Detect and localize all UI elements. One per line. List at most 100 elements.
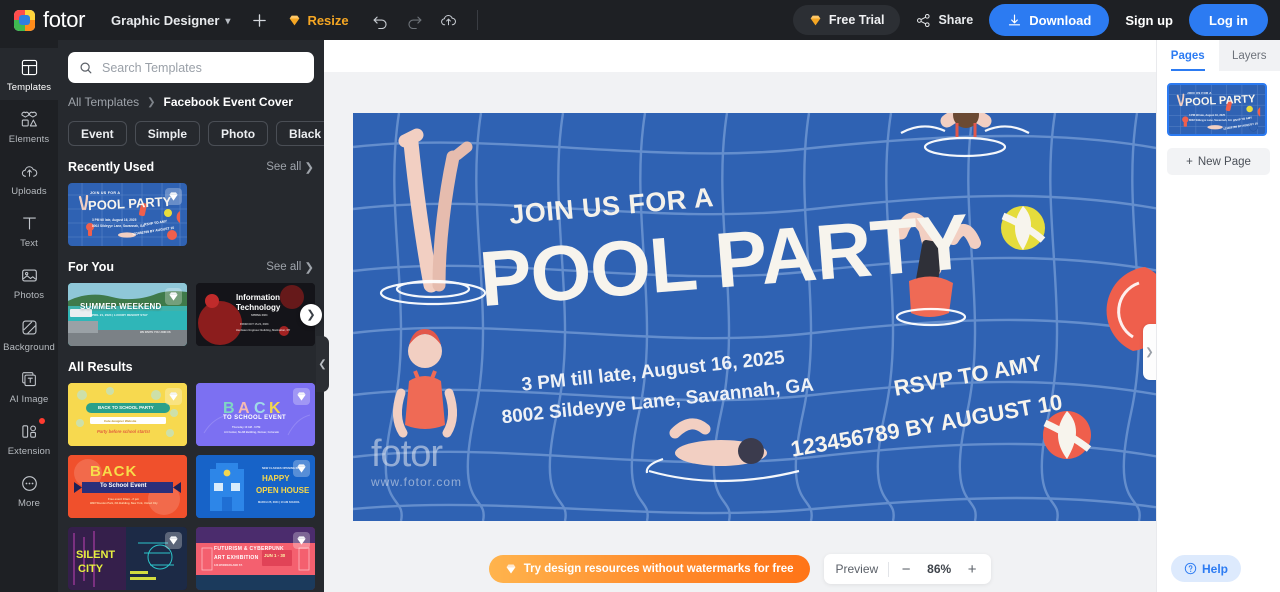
template-card-back-to-school-party[interactable]: BACK TO SCHOOL PARTY Cute designer Websi…: [68, 383, 187, 446]
download-button[interactable]: Download: [989, 4, 1110, 36]
top-bar-actions: Free Trial Share Download Sign up Log in: [792, 4, 1268, 36]
template-card-back-to-school-event[interactable]: B A C K TO SCHOOL EVENT Thursday 10 AM -…: [196, 383, 315, 446]
section-header-recently-used: Recently Used See all ❯: [68, 160, 314, 174]
page-thumbnail-1[interactable]: JOIN US FOR A POOL PARTY 3 PM till late,…: [1167, 83, 1267, 136]
add-page-button[interactable]: [248, 9, 270, 31]
diamond-icon: [169, 192, 178, 201]
document-name-dropdown[interactable]: Graphic Designer ▾: [111, 13, 230, 28]
toolbar-divider: [476, 10, 478, 30]
diamond-icon: [297, 536, 306, 545]
chip-simple[interactable]: Simple: [134, 121, 201, 146]
sidebar-item-uploads[interactable]: Uploads: [0, 152, 58, 204]
favorite-icon[interactable]: [165, 288, 182, 305]
favorite-icon[interactable]: [165, 188, 182, 205]
zoom-in-button[interactable]: +: [965, 562, 979, 577]
section-title-for-you: For You: [68, 260, 115, 274]
sidebar-label-text: Text: [20, 238, 38, 249]
search-input[interactable]: [102, 60, 303, 75]
recently-used-row: JOIN US FOR A POOL PARTY 3 PM till late,…: [68, 183, 314, 246]
watermark-brand: fotor: [371, 433, 443, 475]
watermark-promo-button[interactable]: Try design resources without watermarks …: [488, 555, 810, 583]
right-panel: Pages Layers JOIN US FOR A POOL PARTY 3 …: [1156, 40, 1280, 592]
zoom-value: 86%: [927, 562, 952, 576]
elements-icon: [20, 109, 38, 129]
canvas-area: JOIN US FOR A POOL PARTY 3 PM till late,…: [324, 40, 1156, 592]
photos-icon: [21, 265, 38, 285]
undo-icon[interactable]: [371, 10, 391, 30]
pages-list: JOIN US FOR A POOL PARTY 3 PM till late,…: [1157, 71, 1280, 175]
template-card-happy-open-house[interactable]: NEW CLASSES OPENING IN HAPPY OPEN HOUSE …: [196, 455, 315, 518]
signup-button[interactable]: Sign up: [1121, 13, 1177, 28]
bottom-bar: Try design resources without watermarks …: [324, 546, 1156, 592]
help-button[interactable]: Help: [1171, 555, 1242, 582]
plus-icon: +: [1186, 155, 1193, 168]
breadcrumb-all-templates[interactable]: All Templates: [68, 95, 139, 109]
sidebar-item-background[interactable]: Background: [0, 308, 58, 360]
chevron-left-icon: ❮: [318, 358, 327, 370]
sidebar-item-templates[interactable]: Templates: [0, 48, 58, 100]
diamond-icon: [506, 564, 516, 574]
right-panel-collapse-button[interactable]: ❯: [1143, 324, 1156, 380]
template-card-futurism-cyberpunk[interactable]: FUTURISM & CYBERPUNK ART EXHIBITION JUN …: [196, 527, 315, 590]
favorite-icon[interactable]: [165, 388, 182, 405]
redo-icon[interactable]: [405, 10, 425, 30]
fotor-editor-app: fotor Graphic Designer ▾ Resize Free Tri…: [0, 0, 1280, 592]
red-beach-ball: [1043, 411, 1092, 459]
promo-label: Try design resources without watermarks …: [523, 563, 794, 575]
template-card-back-to-school-event-red[interactable]: BACK To School Event Free event 10am - 2…: [68, 455, 187, 518]
favorite-icon[interactable]: [293, 532, 310, 549]
all-results-grid: BACK TO SCHOOL PARTY Cute designer Websi…: [68, 383, 315, 592]
template-card-silent-city[interactable]: SILENT CITY: [68, 527, 187, 590]
template-card-information-technology[interactable]: Information Technology SPRING 2024 FROM …: [196, 283, 315, 346]
chip-photo[interactable]: Photo: [208, 121, 269, 146]
cloud-upload-icon[interactable]: [439, 10, 459, 30]
bottom-swimmer-illustration: [645, 418, 800, 483]
sidebar-item-extension[interactable]: Extension: [0, 412, 58, 464]
chevron-down-icon: ▾: [225, 15, 231, 27]
sidebar-item-ai-image[interactable]: AI Image: [0, 360, 58, 412]
tab-layers[interactable]: Layers: [1218, 40, 1280, 71]
tab-pages[interactable]: Pages: [1157, 40, 1219, 71]
zoom-out-button[interactable]: −: [899, 562, 913, 577]
free-trial-button[interactable]: Free Trial: [792, 5, 901, 35]
favorite-icon[interactable]: [293, 460, 310, 477]
chip-event[interactable]: Event: [68, 121, 127, 146]
woman-illustration: [393, 329, 457, 438]
sidebar-label-photos: Photos: [13, 290, 45, 301]
search-templates-box[interactable]: [68, 52, 314, 83]
sidebar-label-ai-image: AI Image: [9, 394, 49, 405]
background-icon: [21, 317, 38, 337]
preview-button[interactable]: Preview: [836, 562, 879, 576]
brand-logo[interactable]: fotor: [14, 7, 85, 33]
zoom-divider: [888, 561, 890, 577]
favorite-icon[interactable]: [165, 532, 182, 549]
template-card-summer-weekend[interactable]: SUMMER WEEKEND APRIL 21, 2024 | LUXURY R…: [68, 283, 187, 346]
breadcrumb-current: Facebook Event Cover: [163, 95, 293, 109]
sidebar-item-elements[interactable]: Elements: [0, 100, 58, 152]
template-card-pool-party[interactable]: JOIN US FOR A POOL PARTY 3 PM till late,…: [68, 183, 187, 246]
breadcrumb: All Templates ❯ Facebook Event Cover: [68, 95, 314, 109]
for-you-next-button[interactable]: ❯: [300, 303, 322, 326]
right-panel-tabs: Pages Layers: [1157, 40, 1280, 71]
share-icon: [917, 13, 931, 27]
design-canvas[interactable]: JOIN US FOR A POOL PARTY 3 PM till late,…: [353, 113, 1156, 521]
chip-black[interactable]: Black: [276, 121, 324, 146]
sidebar-item-photos[interactable]: Photos: [0, 256, 58, 308]
login-button[interactable]: Log in: [1189, 4, 1268, 36]
free-trial-label: Free Trial: [828, 13, 885, 27]
share-button[interactable]: Share: [912, 13, 977, 28]
see-all-recently-used[interactable]: See all ❯: [266, 160, 314, 174]
new-page-button[interactable]: + New Page: [1167, 148, 1270, 175]
yellow-beach-ball: [1001, 206, 1046, 250]
favorite-icon[interactable]: [293, 388, 310, 405]
sidebar-item-more[interactable]: More: [0, 464, 58, 516]
resize-button[interactable]: Resize: [288, 13, 349, 28]
see-all-for-you[interactable]: See all ❯: [266, 260, 314, 274]
panel-collapse-button[interactable]: ❮: [316, 336, 329, 392]
diamond-icon: [297, 464, 306, 473]
more-icon: [21, 473, 38, 493]
sidebar-item-text[interactable]: Text: [0, 204, 58, 256]
watermark-url: www.fotor.com: [371, 475, 463, 489]
section-header-for-you: For You See all ❯: [68, 260, 314, 274]
diamond-icon: [169, 292, 178, 301]
